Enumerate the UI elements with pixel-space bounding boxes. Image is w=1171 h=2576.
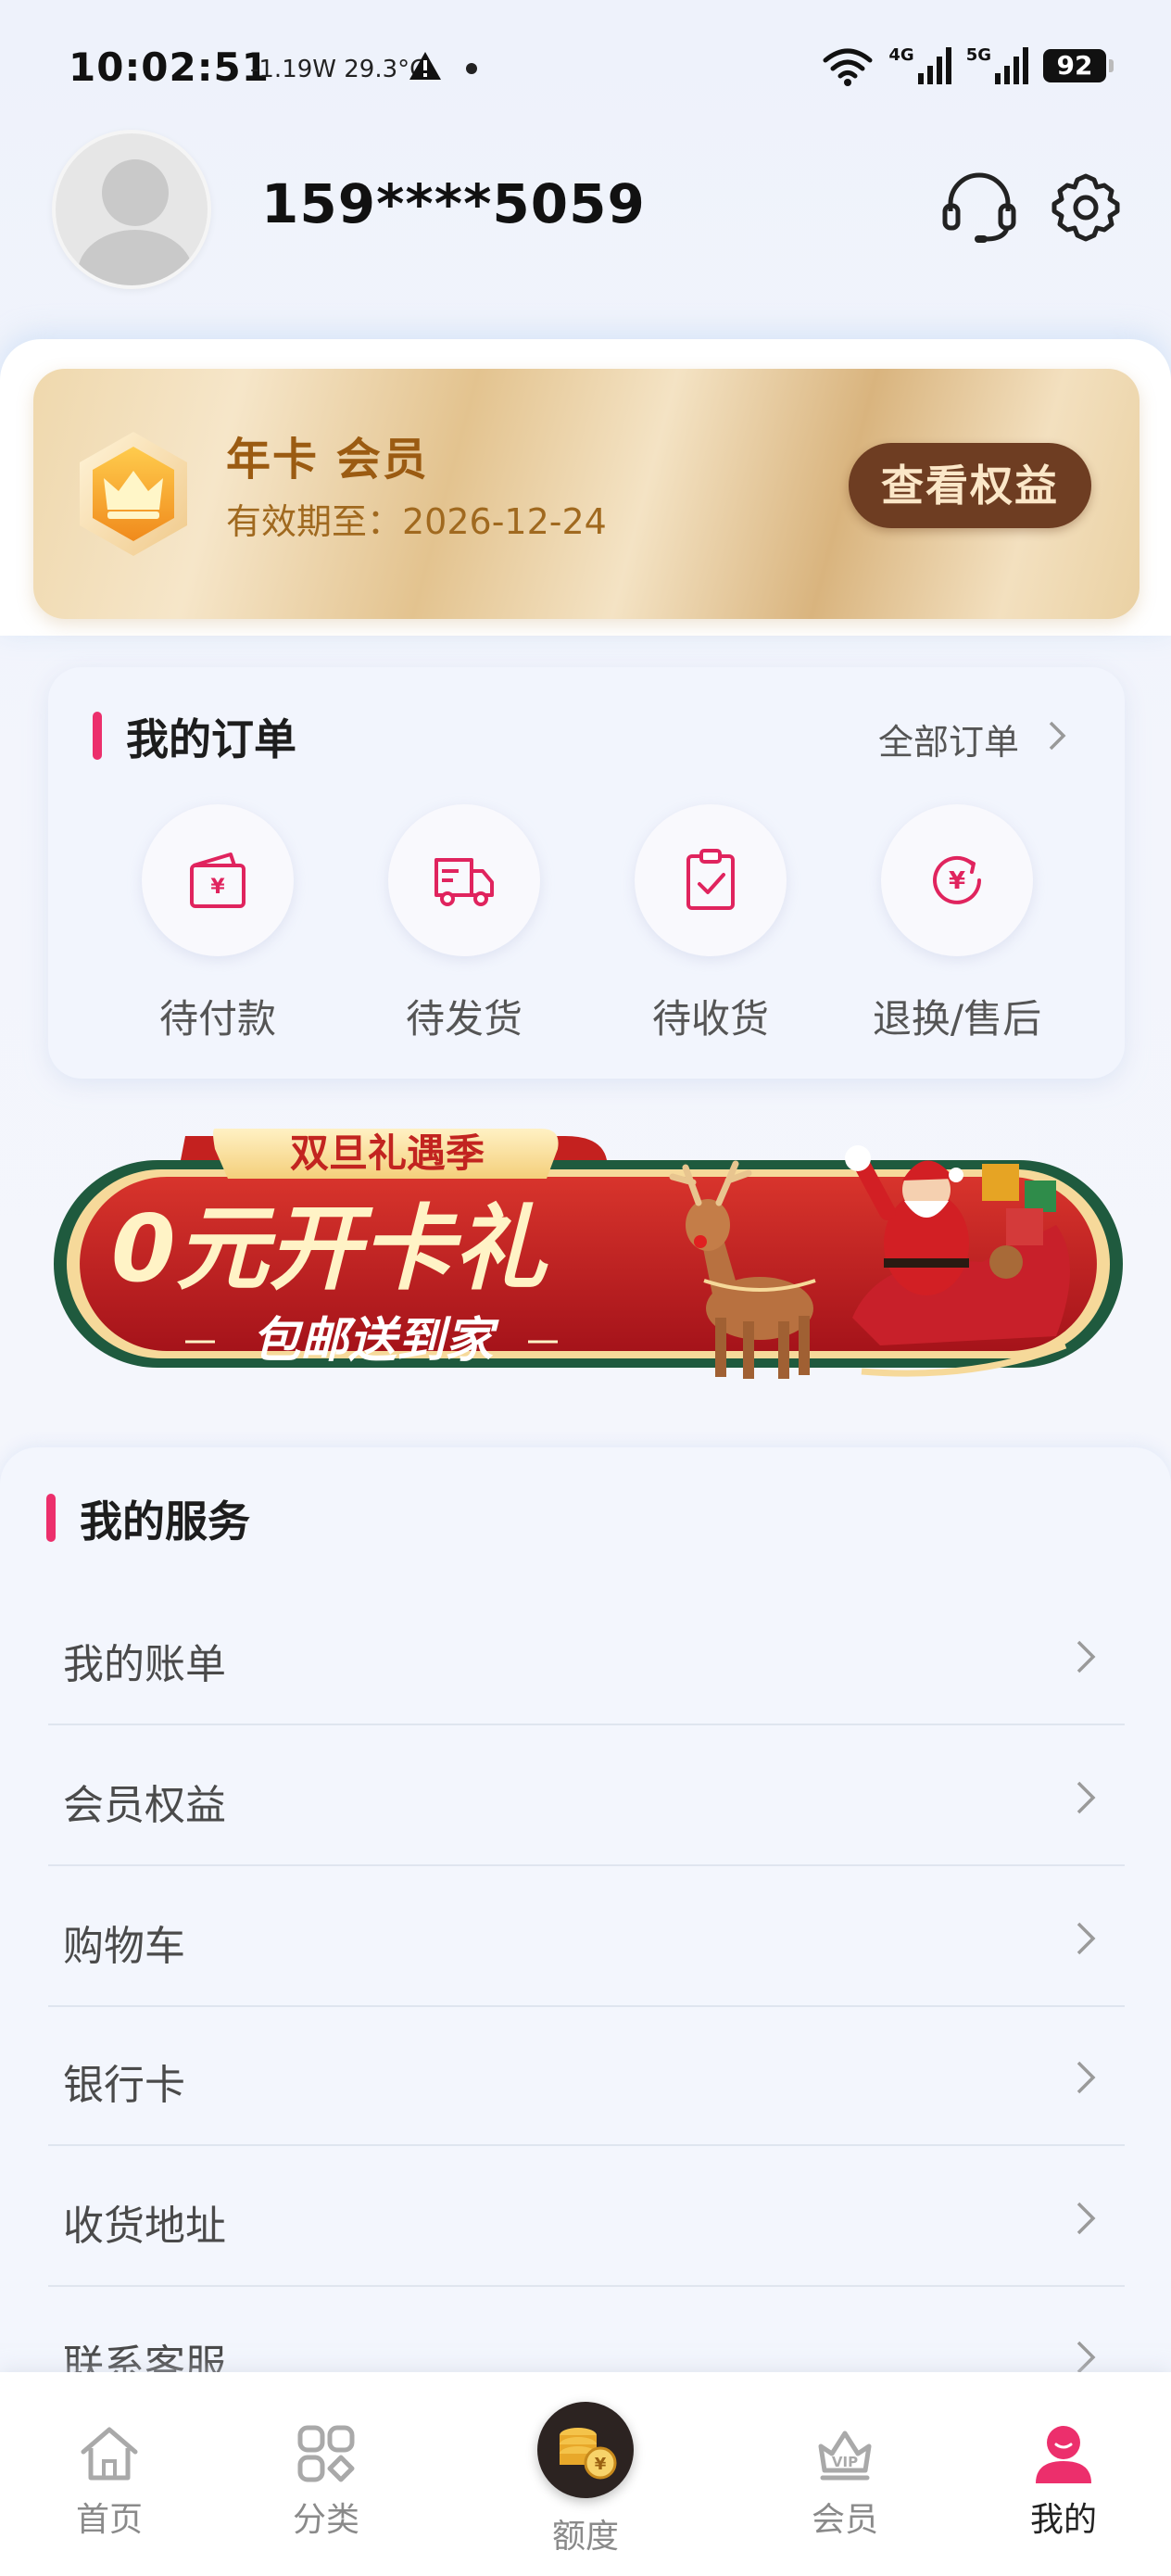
avatar[interactable] [52, 130, 211, 289]
chevron-right-icon [1049, 721, 1066, 751]
order-pending-payment[interactable]: ¥ 待付款 [116, 804, 320, 1045]
tab-label: 我的 [1029, 2501, 1097, 2539]
home-icon [81, 2427, 138, 2481]
tab-category[interactable]: 分类 [233, 2372, 419, 2557]
crown-badge-icon [80, 432, 187, 556]
wallet-yuan-icon: ¥ [190, 852, 246, 908]
clipboard-check-icon [686, 849, 735, 910]
tab-label: 首页 [75, 2501, 143, 2539]
delivery-truck-icon [434, 858, 494, 906]
order-pending-shipment[interactable]: 待发货 [362, 804, 566, 1045]
wifi-icon [823, 48, 873, 86]
banner-headline: 0元开卡礼 [111, 1194, 549, 1303]
notification-dot [466, 63, 477, 74]
all-orders-link[interactable]: 全部订单 [878, 713, 1019, 764]
service-item-address[interactable]: 收货地址 [48, 2148, 1125, 2287]
service-item-label: 购物车 [63, 1923, 185, 1970]
signal-icon [917, 47, 951, 84]
tab-member[interactable]: VIP 会员 [752, 2372, 938, 2557]
svg-text:¥: ¥ [595, 2455, 607, 2474]
service-item-label: 银行卡 [63, 2062, 185, 2109]
section-accent-bar [46, 1494, 56, 1542]
chevron-right-icon [1077, 1640, 1096, 1673]
promo-banner[interactable]: 双旦礼遇季 0元开卡礼 包邮送到家 [46, 1123, 1125, 1401]
service-item-bank-card[interactable]: 银行卡 [48, 2007, 1125, 2146]
network-label-1: 4G [888, 44, 914, 65]
signal-icon [995, 47, 1028, 84]
order-icon-circle [388, 804, 540, 956]
section-accent-bar [93, 712, 102, 760]
network-label-2: 5G [965, 44, 991, 65]
chevron-right-icon [1077, 2341, 1096, 2374]
status-bar: 10:02:51 -1.19W 29.3°C 4G 5G 92 [0, 0, 1171, 139]
order-icon-circle: ¥ [142, 804, 294, 956]
battery-indicator: 92 [1043, 49, 1114, 82]
chevron-right-icon [1077, 1922, 1096, 1955]
service-item-member-rights[interactable]: 会员权益 [48, 1727, 1125, 1866]
tab-label: 会员 [811, 2501, 878, 2539]
order-icon-circle: ¥ [881, 804, 1033, 956]
headset-icon[interactable] [941, 169, 1017, 245]
order-label: 待收货 [651, 996, 769, 1042]
order-label: 待付款 [158, 996, 276, 1042]
status-time: 10:02:51 [69, 44, 270, 90]
chevron-right-icon [1077, 2061, 1096, 2094]
service-item-label: 会员权益 [63, 1782, 226, 1829]
service-item-label: 我的账单 [63, 1641, 226, 1688]
order-label: 退换/售后 [872, 996, 1042, 1042]
warning-icon [409, 52, 441, 80]
order-pending-receipt[interactable]: 待收货 [609, 804, 812, 1045]
services-title: 我的服务 [80, 1496, 250, 1547]
coin-stack-graphic: ¥ [560, 2428, 617, 2480]
order-label: 待发货 [405, 996, 523, 1042]
status-power-temp: -1.19W 29.3°C [250, 56, 427, 83]
coin-stack-icon[interactable]: ¥ [537, 2402, 634, 2498]
chevron-right-icon [1077, 1781, 1096, 1814]
membership-expiry: 有效期至：2026-12-24 [226, 501, 607, 542]
svg-text:¥: ¥ [210, 876, 225, 899]
service-item-cart[interactable]: 购物车 [48, 1868, 1125, 2007]
person-icon [1036, 2426, 1091, 2483]
tab-label: 额度 [551, 2518, 619, 2556]
profile-page: 10:02:51 -1.19W 29.3°C 4G 5G 92 159****5… [0, 0, 1171, 2576]
yuan-refund-icon: ¥ [933, 855, 981, 904]
chevron-right-icon [1077, 2202, 1096, 2235]
default-avatar-icon [78, 159, 193, 285]
service-item-label: 收货地址 [63, 2203, 226, 2250]
status-indicators: 4G 5G 92 [822, 43, 1114, 89]
orders-title: 我的订单 [126, 714, 296, 764]
service-item-bills[interactable]: 我的账单 [48, 1586, 1125, 1725]
tab-label: 分类 [292, 2501, 359, 2539]
vip-crown-icon: VIP [818, 2431, 872, 2481]
order-after-sales[interactable]: ¥ 退换/售后 [855, 804, 1059, 1045]
tab-mine[interactable]: 我的 [971, 2372, 1156, 2557]
banner-tag: 双旦礼遇季 [290, 1130, 485, 1176]
order-icon-circle [635, 804, 787, 956]
svg-text:VIP: VIP [832, 2454, 858, 2470]
banner-subline: 包邮送到家 [252, 1313, 499, 1369]
user-phone: 159****5059 [261, 172, 646, 235]
tab-home[interactable]: 首页 [17, 2372, 202, 2557]
view-rights-button[interactable]: 查看权益 [849, 443, 1091, 528]
membership-title: 年卡 会员 [226, 434, 429, 486]
gear-icon[interactable] [1051, 172, 1121, 243]
svg-text:¥: ¥ [949, 867, 965, 895]
category-grid-icon [297, 2425, 355, 2482]
